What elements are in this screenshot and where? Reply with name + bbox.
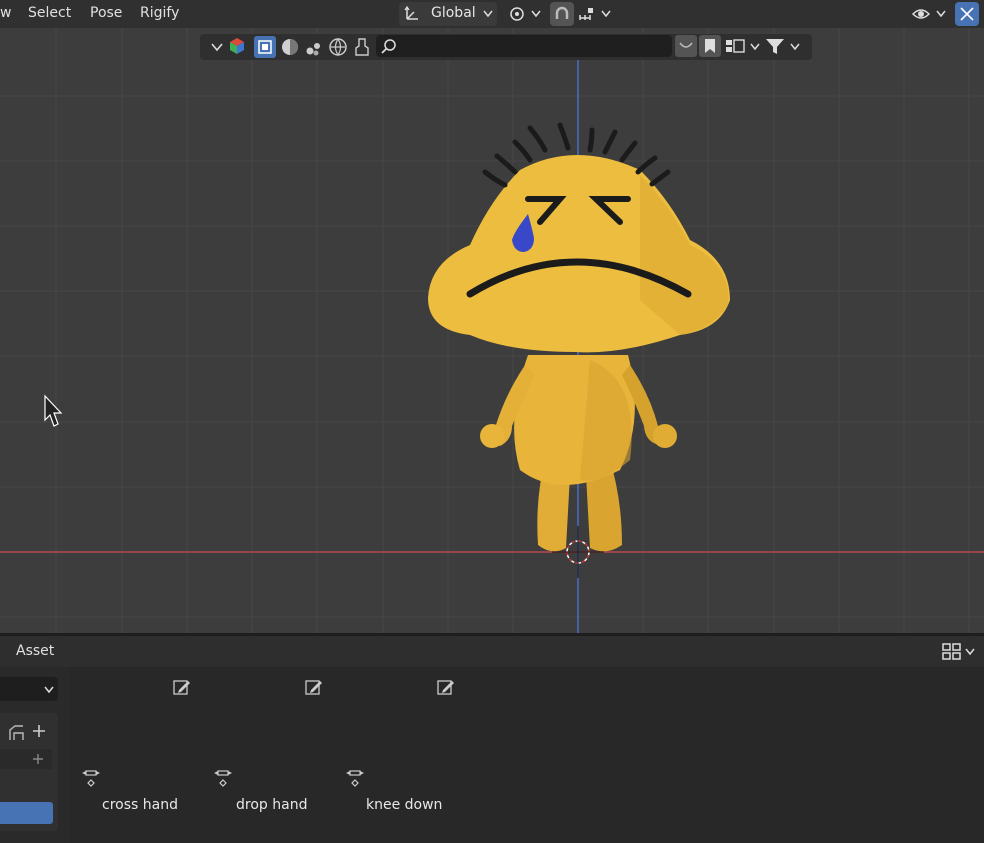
display-mode-icon[interactable] xyxy=(725,37,761,55)
add-icon[interactable] xyxy=(32,753,44,765)
snap-toggle[interactable] xyxy=(550,2,574,26)
transform-orientation-dropdown[interactable]: Global xyxy=(399,2,497,26)
chevron-down-icon xyxy=(531,10,541,18)
asset-search-input[interactable] xyxy=(376,35,672,57)
filter-object-button[interactable] xyxy=(254,36,276,58)
arc-icon xyxy=(679,42,693,48)
asset-label: drop hand xyxy=(236,797,308,813)
brush-icon[interactable] xyxy=(352,37,372,57)
menu-select[interactable]: Select xyxy=(28,5,71,21)
orientation-label: Global xyxy=(431,5,476,21)
viewport-scene xyxy=(0,28,984,633)
search-icon xyxy=(381,39,396,54)
chevron-down-icon[interactable] xyxy=(211,42,223,52)
world-icon[interactable] xyxy=(328,37,348,57)
asset-label: cross hand xyxy=(102,797,178,813)
top-header: w Select Pose Rigify Global xyxy=(0,0,984,28)
menu-pose[interactable]: Pose xyxy=(90,5,122,21)
catalog-row[interactable] xyxy=(0,749,52,769)
material-icon[interactable] xyxy=(280,37,300,57)
gizmo-icon xyxy=(960,7,974,21)
gizmo-toggle[interactable] xyxy=(955,2,979,26)
grid-view-icon xyxy=(942,643,961,660)
library-dropdown[interactable] xyxy=(0,677,58,701)
chevron-down-icon xyxy=(44,686,54,694)
asset-tab[interactable]: Asset xyxy=(16,643,54,659)
bookmark-icon xyxy=(705,39,715,53)
chevron-down-icon xyxy=(601,10,611,18)
object-icon xyxy=(258,40,272,54)
catalog-selected-item[interactable] xyxy=(0,802,53,824)
edit-icon[interactable] xyxy=(437,678,455,696)
3d-viewport[interactable] xyxy=(0,28,984,633)
asset-label: knee down xyxy=(366,797,443,813)
chevron-down-icon xyxy=(965,648,975,656)
toggle-button-a[interactable] xyxy=(675,35,697,57)
menu-rigify[interactable]: Rigify xyxy=(140,5,179,21)
bookmark-button[interactable] xyxy=(699,35,721,57)
chevron-down-icon xyxy=(483,10,493,18)
pose-asset-icon xyxy=(82,770,100,787)
catalog-panel xyxy=(0,713,58,831)
asset-shelf-body xyxy=(0,667,984,843)
catalog-icon[interactable] xyxy=(6,724,26,742)
orientation-axes-icon xyxy=(404,5,418,20)
pivot-point-dropdown[interactable] xyxy=(504,2,544,26)
edit-icon[interactable] xyxy=(173,678,191,696)
edit-icon[interactable] xyxy=(305,678,323,696)
pose-asset-icon xyxy=(346,770,364,787)
chevron-down-icon xyxy=(936,10,946,18)
snap-increment-icon xyxy=(579,8,593,20)
pose-asset-icon xyxy=(214,770,232,787)
eye-icon xyxy=(911,9,931,19)
node-tree-icon[interactable] xyxy=(304,37,324,57)
pivot-point-icon xyxy=(510,7,524,21)
magnet-icon xyxy=(555,6,569,19)
visibility-dropdown[interactable] xyxy=(908,2,948,26)
asset-shelf-sidebar xyxy=(0,667,70,843)
asset-shelf-header: Asset xyxy=(0,636,984,667)
menu-view[interactable]: w xyxy=(0,5,11,21)
snap-target-dropdown[interactable] xyxy=(576,2,614,26)
view-mode-dropdown[interactable] xyxy=(940,641,978,663)
filter-icon[interactable] xyxy=(764,37,804,55)
add-icon[interactable] xyxy=(32,724,46,738)
color-cube-icon[interactable] xyxy=(228,37,246,55)
